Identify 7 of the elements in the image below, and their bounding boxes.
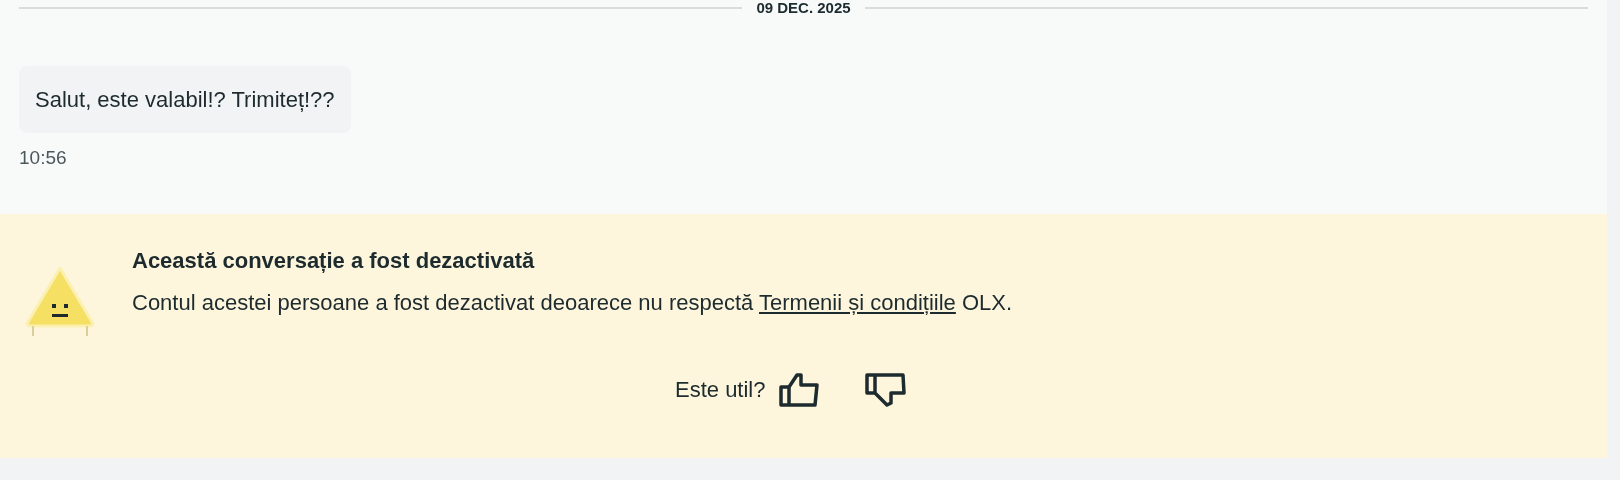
- date-separator: 09 DEC. 2025: [756, 0, 851, 16]
- notice-title: Această conversație a fost dezactivată: [132, 248, 536, 274]
- terms-link[interactable]: Termenii și condițiile: [759, 290, 956, 315]
- feedback-question: Este util?: [675, 377, 766, 403]
- message-time: 10:56: [19, 147, 68, 169]
- message-bubble: Salut, este valabil!? Trimiteț!??: [19, 66, 351, 133]
- notice-text: Contul acestei persoane a fost dezactivat deoarece nu respectă Termenii și condițiile OLX.: [132, 290, 1013, 316]
